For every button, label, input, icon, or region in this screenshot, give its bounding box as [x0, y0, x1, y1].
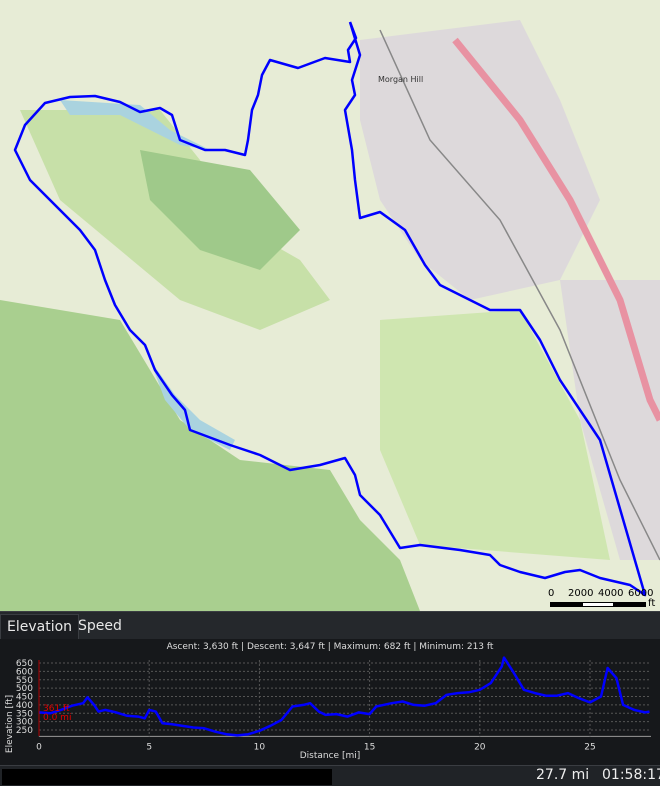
elevation-chart[interactable]: Elevation [ft] Distance [mi] 25030035040…	[0, 639, 660, 765]
scale-bar: 0 2000 4000 6000 ft	[548, 588, 658, 609]
x-tick-label: 20	[474, 742, 486, 752]
y-tick-label: 650	[16, 659, 33, 669]
x-tick-label: 0	[36, 742, 42, 752]
chart-tabs: Elevation Speed	[0, 611, 660, 640]
map-view[interactable]: Morgan Hill 0 2000 4000 6000 ft	[0, 0, 660, 611]
x-axis-label: Distance [mi]	[300, 751, 361, 761]
tab-speed[interactable]: Speed	[72, 614, 128, 640]
scale-label: 2000	[568, 588, 594, 599]
scale-label: 0	[548, 588, 555, 599]
y-axis-label: Elevation [ft]	[5, 695, 15, 753]
tab-elevation[interactable]: Elevation	[0, 614, 80, 640]
scale-label: 4000	[598, 588, 624, 599]
map-canvas: Morgan Hill	[0, 0, 660, 611]
total-duration: 01:58:17	[602, 767, 660, 783]
status-message-area	[2, 769, 332, 785]
x-tick-label: 10	[254, 742, 266, 752]
status-bar: 27.7 mi 01:58:17	[0, 765, 660, 786]
x-tick-label: 15	[364, 742, 375, 752]
place-label: Morgan Hill	[378, 75, 423, 84]
x-tick-label: 5	[146, 742, 152, 752]
cursor-distance-label: 0.0 mi	[43, 713, 71, 723]
x-tick-label: 25	[584, 742, 595, 752]
scale-unit: ft	[648, 598, 656, 609]
elevation-panel: Ascent: 3,630 ft | Descent: 3,647 ft | M…	[0, 639, 660, 765]
total-distance: 27.7 mi	[536, 767, 590, 783]
